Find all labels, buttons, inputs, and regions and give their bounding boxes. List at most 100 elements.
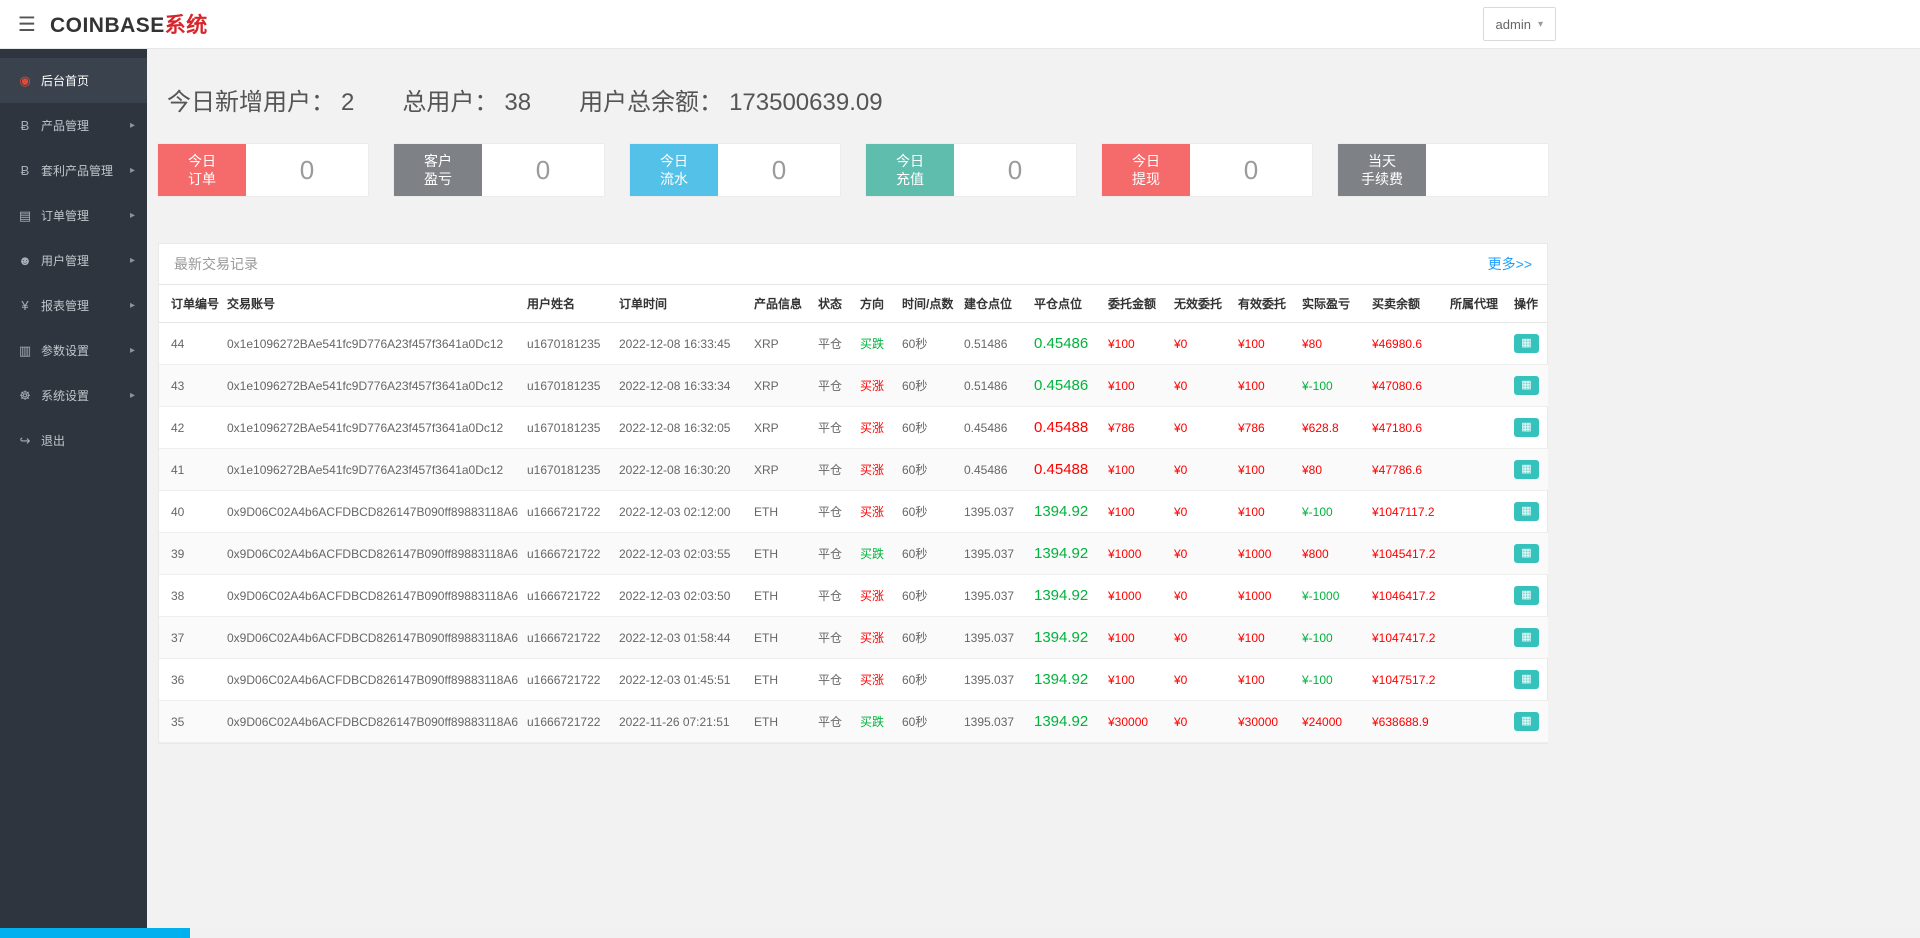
sidebar-item-parameters[interactable]: ▥ 参数设置 ▸ <box>0 328 147 373</box>
view-order-button[interactable]: ▦ <box>1514 712 1539 731</box>
cell-operation: ▦ <box>1508 574 1548 617</box>
cell-account: 0x9D06C02A4b6ACFDBCD826147B090ff89883118… <box>221 574 521 617</box>
horizontal-scrollbar[interactable] <box>0 928 1920 938</box>
trades-table: 订单编号 交易账号 用户姓名 订单时间 产品信息 状态 方向 时间/点数 建仓点位 平仓点位 委托金… <box>159 284 1548 743</box>
menu-toggle-icon[interactable]: ☰ <box>0 12 50 37</box>
table-row: 36 0x9D06C02A4b6ACFDBCD826147B090ff898831… <box>159 658 1548 701</box>
brand-main: COINBASE <box>49 14 165 37</box>
sidebar-item-arbitrage-products[interactable]: Ƀ 套利产品管理 ▸ <box>0 148 147 193</box>
view-order-button[interactable]: ▦ <box>1514 502 1539 521</box>
stat-card-today-deposit: 今日 充值 0 <box>866 144 1076 196</box>
cell-operation: ▦ <box>1508 490 1548 533</box>
cell-status: 平仓 <box>812 532 854 575</box>
stat-card-label-line: 今日 <box>1132 153 1160 169</box>
cell-agent <box>1444 448 1508 491</box>
column-header: 订单编号 <box>159 284 221 323</box>
chevron-right-icon: ▸ <box>129 120 135 131</box>
cell-username: u1670181235 <box>521 364 613 407</box>
cell-balance: ¥46980.6 <box>1366 322 1444 365</box>
table-icon: ▦ <box>1521 379 1532 391</box>
sidebar-item-system[interactable]: ☸ 系统设置 ▸ <box>0 373 147 418</box>
cell-valid-amount: ¥30000 <box>1232 700 1296 743</box>
table-icon: ▦ <box>1521 337 1532 349</box>
chevron-right-icon: ▸ <box>129 300 135 311</box>
panel-header: 最新交易记录 更多>> <box>159 244 1547 284</box>
brand-logo[interactable]: COINBASE系统 <box>50 9 208 39</box>
cell-operation: ▦ <box>1508 322 1548 365</box>
stat-card-label-line: 充值 <box>896 171 924 187</box>
sidebar-item-label: 用户管理 <box>41 254 90 268</box>
column-header: 时间/点数 <box>896 284 958 323</box>
cell-order-id: 37 <box>159 616 221 659</box>
cell-username: u1670181235 <box>521 406 613 449</box>
cell-account: 0x9D06C02A4b6ACFDBCD826147B090ff89883118… <box>221 658 521 701</box>
cell-username: u1670181235 <box>521 448 613 491</box>
cell-status: 平仓 <box>812 448 854 491</box>
cell-product: XRP <box>748 364 812 407</box>
cell-duration: 60秒 <box>896 322 958 365</box>
cell-valid-amount: ¥100 <box>1232 490 1296 533</box>
cell-amount: ¥100 <box>1102 490 1168 533</box>
sidebar-item-label: 套利产品管理 <box>41 164 114 178</box>
cell-direction: 买涨 <box>854 574 896 617</box>
table-row: 35 0x9D06C02A4b6ACFDBCD826147B090ff898831… <box>159 700 1548 743</box>
cell-agent <box>1444 658 1508 701</box>
cell-account: 0x9D06C02A4b6ACFDBCD826147B090ff89883118… <box>221 616 521 659</box>
cell-operation: ▦ <box>1508 658 1548 701</box>
stat-card-value: 0 <box>771 155 787 185</box>
cell-agent <box>1444 574 1508 617</box>
chevron-right-icon: ▸ <box>129 390 135 401</box>
sidebar-item-users[interactable]: ☻ 用户管理 ▸ <box>0 238 147 283</box>
cell-order-time: 2022-12-08 16:30:20 <box>613 448 748 491</box>
cell-valid-amount: ¥786 <box>1232 406 1296 449</box>
stat-card-today-withdraw: 今日 提现 0 <box>1102 144 1312 196</box>
cell-valid-amount: ¥1000 <box>1232 574 1296 617</box>
sidebar-item-logout[interactable]: ↪ 退出 <box>0 418 147 463</box>
cell-product: ETH <box>748 532 812 575</box>
table-icon: ▦ <box>1521 673 1532 685</box>
cell-order-id: 43 <box>159 364 221 407</box>
cell-order-time: 2022-12-03 02:03:50 <box>613 574 748 617</box>
column-header: 状态 <box>812 284 854 323</box>
cell-status: 平仓 <box>812 700 854 743</box>
stat-summary-value: 38 <box>504 89 532 116</box>
cell-duration: 60秒 <box>896 364 958 407</box>
sidebar-item-products[interactable]: Ƀ 产品管理 ▸ <box>0 103 147 148</box>
cell-open-price: 1395.037 <box>958 532 1028 575</box>
cell-open-price: 0.45486 <box>958 448 1028 491</box>
cell-valid-amount: ¥100 <box>1232 364 1296 407</box>
cell-order-time: 2022-11-26 07:21:51 <box>613 700 748 743</box>
cell-duration: 60秒 <box>896 700 958 743</box>
cell-agent <box>1444 700 1508 743</box>
cell-balance: ¥1046417.2 <box>1366 574 1444 617</box>
view-order-button[interactable]: ▦ <box>1514 628 1539 647</box>
sidebar-item-orders[interactable]: ▤ 订单管理 ▸ <box>0 193 147 238</box>
view-order-button[interactable]: ▦ <box>1514 418 1539 437</box>
view-order-button[interactable]: ▦ <box>1514 334 1539 353</box>
more-link[interactable]: 更多>> <box>1488 254 1532 274</box>
view-order-button[interactable]: ▦ <box>1514 586 1539 605</box>
view-order-button[interactable]: ▦ <box>1514 376 1539 395</box>
cell-invalid-amount: ¥0 <box>1168 658 1232 701</box>
view-order-button[interactable]: ▦ <box>1514 544 1539 563</box>
panel-title: 最新交易记录 <box>174 256 258 272</box>
table-icon: ▦ <box>1521 547 1532 559</box>
user-menu[interactable]: admin ▾ <box>1482 7 1556 41</box>
cell-invalid-amount: ¥0 <box>1168 448 1232 491</box>
sidebar-item-label: 后台首页 <box>41 74 90 88</box>
cell-direction: 买跌 <box>854 322 896 365</box>
sidebar-item-dashboard[interactable]: ◉ 后台首页 <box>0 58 147 103</box>
table-row: 38 0x9D06C02A4b6ACFDBCD826147B090ff898831… <box>159 574 1548 617</box>
cell-direction: 买涨 <box>854 364 896 407</box>
cell-product: XRP <box>748 406 812 449</box>
stat-card-label: 今日 充值 <box>866 144 954 196</box>
cell-invalid-amount: ¥0 <box>1168 616 1232 659</box>
horizontal-scrollbar-thumb[interactable] <box>0 928 190 938</box>
cell-operation: ▦ <box>1508 364 1548 407</box>
view-order-button[interactable]: ▦ <box>1514 460 1539 479</box>
view-order-button[interactable]: ▦ <box>1514 670 1539 689</box>
cell-order-time: 2022-12-03 02:12:00 <box>613 490 748 533</box>
cell-product: ETH <box>748 700 812 743</box>
stat-card-label: 今日 流水 <box>630 144 718 196</box>
sidebar-item-reports[interactable]: ¥ 报表管理 ▸ <box>0 283 147 328</box>
